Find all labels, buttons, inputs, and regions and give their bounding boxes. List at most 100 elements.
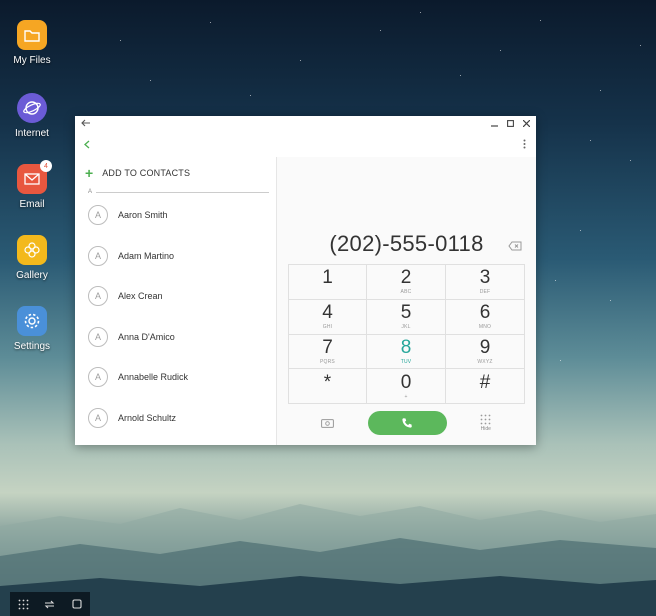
add-to-contacts-label: ADD TO CONTACTS bbox=[102, 168, 191, 178]
dial-key-1[interactable]: 1 bbox=[288, 265, 367, 300]
key-letters: WXYZ bbox=[477, 358, 493, 365]
hide-keypad-button[interactable]: Hide bbox=[447, 414, 525, 432]
home-square-icon bbox=[72, 599, 82, 609]
desktop-icon-my-files[interactable]: My Files bbox=[0, 20, 64, 66]
dial-key-hash[interactable]: # bbox=[446, 369, 525, 404]
apps-grid-icon bbox=[18, 599, 29, 609]
desktop-icon-settings[interactable]: Settings bbox=[0, 306, 64, 352]
dial-key-8[interactable]: 8 TUV bbox=[367, 334, 446, 370]
gear-icon bbox=[17, 306, 47, 336]
maximize-icon[interactable] bbox=[507, 119, 514, 130]
avatar: A bbox=[88, 286, 108, 307]
contact-item[interactable]: A Alex Crean bbox=[75, 276, 276, 317]
dial-key-2[interactable]: 2 ABC bbox=[367, 265, 446, 300]
contact-name: Annabelle Rudick bbox=[118, 372, 189, 383]
dial-key-3[interactable]: 3 DEF bbox=[446, 265, 525, 300]
home-button[interactable] bbox=[67, 594, 87, 614]
avatar: A bbox=[88, 245, 108, 266]
contact-item[interactable]: A Anna D'Amico bbox=[75, 317, 276, 358]
chevron-left-icon[interactable] bbox=[84, 136, 90, 154]
contact-list: A Aaron Smith A Adam Martino A Alex Crean A Ann… bbox=[75, 195, 276, 438]
hide-label: Hide bbox=[480, 426, 491, 432]
key-digit: 7 bbox=[322, 336, 333, 358]
section-letter: A bbox=[88, 189, 93, 195]
recents-button[interactable] bbox=[40, 594, 60, 614]
contact-item[interactable]: A Aaron Smith bbox=[75, 195, 276, 236]
email-badge: 4 bbox=[40, 160, 52, 172]
envelope-icon: 4 bbox=[17, 160, 52, 194]
folder-icon bbox=[17, 20, 47, 50]
dial-key-0[interactable]: 0 + bbox=[367, 369, 446, 404]
desktop-icon-label: Gallery bbox=[16, 270, 48, 281]
key-letters: TUV bbox=[400, 358, 412, 365]
key-digit: 4 bbox=[322, 302, 333, 324]
video-call-button[interactable] bbox=[288, 418, 366, 428]
key-digit: 3 bbox=[479, 267, 491, 289]
key-letters: PQRS bbox=[320, 358, 335, 365]
contact-item[interactable]: A Adam Martino bbox=[75, 236, 276, 277]
close-icon[interactable] bbox=[522, 119, 531, 130]
key-letters: GHI bbox=[322, 324, 333, 331]
dialer-actions: Hide bbox=[288, 410, 525, 436]
avatar: A bbox=[88, 205, 108, 226]
key-digit: 1 bbox=[322, 267, 333, 289]
apps-button[interactable] bbox=[13, 594, 33, 614]
dial-key-4[interactable]: 4 GHI bbox=[288, 299, 367, 335]
contact-name: Adam Martino bbox=[118, 250, 175, 261]
contact-name: Aaron Smith bbox=[118, 210, 168, 221]
desktop-icon-email[interactable]: 4 Email bbox=[0, 160, 64, 210]
minimize-icon[interactable] bbox=[491, 119, 498, 130]
desktop-icon-gallery[interactable]: Gallery bbox=[0, 235, 64, 281]
contact-name: Alex Crean bbox=[118, 291, 163, 302]
key-digit: 6 bbox=[479, 302, 491, 324]
keypad-grid-icon bbox=[480, 414, 491, 425]
backspace-icon[interactable] bbox=[508, 238, 522, 251]
back-arrow-icon[interactable] bbox=[81, 119, 90, 130]
dial-key-9[interactable]: 9 WXYZ bbox=[446, 334, 525, 370]
add-to-contacts-button[interactable]: + ADD TO CONTACTS bbox=[75, 157, 276, 189]
dial-key-5[interactable]: 5 JKL bbox=[367, 299, 446, 335]
contacts-panel: + ADD TO CONTACTS A A Aaron Smith A Adam Ma… bbox=[75, 157, 277, 445]
dial-key-7[interactable]: 7 PQRS bbox=[288, 334, 367, 370]
dialed-number: (202)-555-0118 bbox=[329, 231, 484, 256]
contact-item[interactable]: A Annabelle Rudick bbox=[75, 357, 276, 398]
avatar: A bbox=[88, 326, 108, 347]
key-digit: 5 bbox=[400, 302, 412, 324]
avatar: A bbox=[88, 407, 108, 428]
key-digit: 0 bbox=[400, 371, 412, 393]
avatar: A bbox=[88, 367, 108, 388]
dial-key-6[interactable]: 6 MNO bbox=[446, 299, 525, 335]
desktop-icon-label: Email bbox=[19, 199, 45, 210]
desktop-icon-label: My Files bbox=[13, 55, 51, 66]
desktop-icon-label: Settings bbox=[13, 341, 51, 352]
flower-icon bbox=[17, 235, 47, 265]
plus-icon: + bbox=[85, 165, 94, 181]
taskbar bbox=[10, 592, 90, 616]
key-digit: 8 bbox=[400, 336, 412, 358]
key-digit: 9 bbox=[479, 336, 491, 358]
switch-arrows-icon bbox=[45, 600, 55, 608]
mountain-silhouette bbox=[0, 504, 656, 616]
dialer-panel: (202)-555-0118 1 2 ABC 3 DEF 4 GHI 5 JKL 6 MNO 7 PQR… bbox=[277, 157, 536, 445]
contact-name: Anna D'Amico bbox=[118, 331, 175, 342]
key-letters: JKL bbox=[401, 324, 411, 331]
call-button[interactable] bbox=[368, 411, 447, 435]
dial-keypad: 1 2 ABC 3 DEF 4 GHI 5 JKL 6 MNO 7 PQRS 8 TUV 9 WXYZ * 0 + # bbox=[288, 264, 525, 404]
video-call-icon bbox=[320, 418, 334, 428]
window-titlebar bbox=[75, 116, 536, 133]
key-letters: MNO bbox=[478, 324, 492, 331]
contact-item[interactable]: A Arnold Schultz bbox=[75, 398, 276, 439]
dial-key-star[interactable]: * bbox=[288, 369, 367, 404]
app-toolbar bbox=[75, 133, 536, 156]
more-options-icon[interactable] bbox=[523, 136, 526, 154]
key-letters: DEF bbox=[479, 289, 491, 296]
desktop-icon-internet[interactable]: Internet bbox=[0, 93, 64, 139]
section-divider bbox=[96, 191, 269, 193]
desktop-icon-label: Internet bbox=[15, 128, 49, 139]
key-digit: # bbox=[479, 371, 491, 393]
globe-icon bbox=[17, 93, 47, 123]
key-letters: ABC bbox=[400, 289, 412, 296]
key-letters: + bbox=[404, 393, 408, 400]
phone-app-window: + ADD TO CONTACTS A A Aaron Smith A Adam Ma… bbox=[75, 116, 536, 445]
key-digit: * bbox=[323, 371, 332, 393]
